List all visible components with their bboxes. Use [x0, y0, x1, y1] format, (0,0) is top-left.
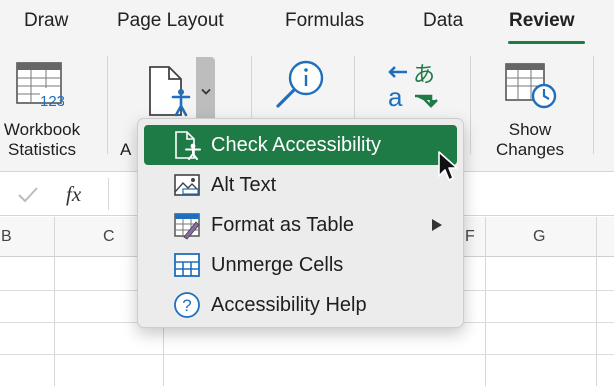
- workbook-statistics-label-line2: Statistics: [7, 140, 77, 159]
- menu-item-label: Accessibility Help: [211, 293, 367, 316]
- svg-text:?: ?: [182, 296, 191, 315]
- svg-text:あ: あ: [413, 63, 435, 88]
- accessibility-document-icon: [149, 66, 191, 117]
- column-header-c[interactable]: C: [103, 228, 115, 246]
- grid-line: [596, 217, 597, 386]
- tab-draw[interactable]: Draw: [24, 10, 68, 32]
- menu-item-alt-text[interactable]: Alt Text: [144, 165, 457, 205]
- submenu-arrow-icon: [432, 219, 442, 231]
- tab-review[interactable]: Review: [509, 10, 574, 32]
- menu-item-label: Format as Table: [211, 213, 355, 236]
- mouse-pointer-icon: [438, 151, 458, 181]
- check-accessibility-dropdown-arrow[interactable]: [196, 57, 215, 127]
- active-tab-indicator: [508, 41, 585, 44]
- svg-text:123: 123: [40, 93, 64, 108]
- insert-function-button[interactable]: fx: [66, 182, 81, 207]
- show-changes-label-line2: Changes: [495, 140, 565, 159]
- check-accessibility-dropdown-menu: Check Accessibility Alt Text Format as T…: [137, 118, 464, 328]
- grid-line: [485, 217, 486, 386]
- column-header-b[interactable]: B: [1, 228, 12, 246]
- workbook-statistics-label-line1: Workbook: [3, 120, 81, 139]
- tab-formulas[interactable]: Formulas: [285, 10, 364, 32]
- ribbon-group-divider: [593, 56, 594, 154]
- menu-item-check-accessibility[interactable]: Check Accessibility: [144, 125, 457, 165]
- ribbon-group-divider: [470, 56, 471, 154]
- format-as-table-icon: [174, 213, 200, 240]
- show-changes-label-line1: Show: [508, 120, 552, 139]
- column-header-f[interactable]: F: [465, 228, 475, 246]
- formula-bar-divider: [108, 178, 109, 210]
- chevron-down-icon: [201, 88, 211, 95]
- ribbon-tab-bar: Draw Page Layout Formulas Data Review: [0, 0, 614, 48]
- checkmark-icon[interactable]: [17, 186, 39, 204]
- svg-text:a: a: [388, 82, 403, 112]
- check-accessibility-icon: [175, 131, 201, 160]
- menu-item-format-as-table[interactable]: Format as Table: [144, 205, 457, 245]
- grid-line: [54, 217, 55, 386]
- menu-item-accessibility-help[interactable]: ? Accessibility Help: [144, 285, 457, 325]
- tab-data[interactable]: Data: [423, 10, 463, 32]
- menu-item-unmerge-cells[interactable]: Unmerge Cells: [144, 245, 457, 285]
- menu-item-label: Alt Text: [211, 173, 277, 196]
- grid-line: [0, 354, 614, 355]
- ribbon-group-divider: [107, 56, 108, 154]
- menu-item-label: Check Accessibility: [211, 133, 382, 156]
- translate-icon: あ a: [388, 63, 438, 112]
- accessibility-help-icon: ?: [174, 292, 200, 318]
- smart-lookup-icon: [276, 60, 324, 108]
- workbook-statistics-icon: 123: [16, 62, 64, 108]
- alt-text-icon: [174, 174, 200, 196]
- unmerge-cells-icon: [174, 253, 200, 277]
- menu-item-label: Unmerge Cells: [211, 253, 344, 276]
- show-changes-icon: [505, 63, 557, 109]
- tab-page-layout[interactable]: Page Layout: [117, 10, 224, 32]
- column-header-g[interactable]: G: [533, 228, 545, 246]
